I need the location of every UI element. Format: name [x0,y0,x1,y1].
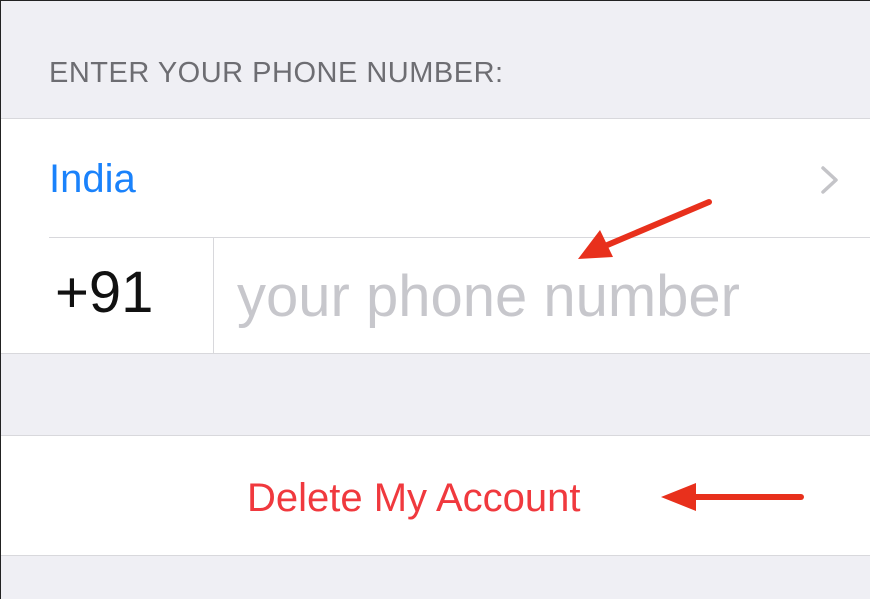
arrow-annotation-icon [661,483,804,511]
chevron-right-icon [821,166,838,194]
country-label: India [49,157,136,201]
phone-number-group: India +91 [1,118,870,354]
arrow-annotation-icon [578,199,712,259]
settings-screen: ENTER YOUR PHONE NUMBER: India +91 Delet… [0,0,870,599]
country-code-cell[interactable]: +91 [49,238,214,354]
delete-account-label: Delete My Account [247,476,581,520]
section-header: ENTER YOUR PHONE NUMBER: [49,57,504,89]
phone-number-input[interactable] [215,238,865,354]
country-selector[interactable]: India [1,119,870,237]
country-code: +91 [55,260,154,325]
